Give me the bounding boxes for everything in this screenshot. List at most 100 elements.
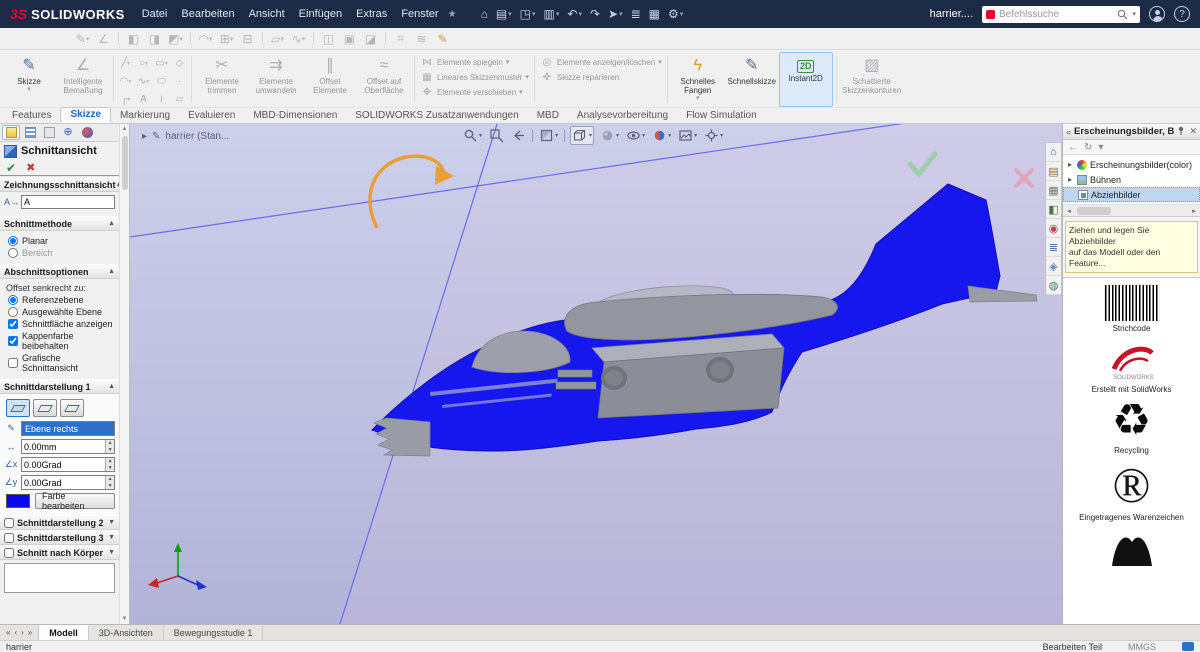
decal-strichcode[interactable]: Strichcode bbox=[1103, 284, 1160, 333]
status-units[interactable]: MMGS bbox=[1128, 642, 1156, 652]
rotation-y-input[interactable]: ▲▼ bbox=[21, 475, 116, 490]
ribbon-display-delete-button[interactable]: ◎ Elemente anzeigen/löschen ▾ bbox=[540, 57, 662, 68]
tree-item-erscheinungsbilder[interactable]: ▸ Erscheinungsbilder(color) bbox=[1063, 157, 1200, 172]
polygon-tool-icon[interactable]: ◇ bbox=[171, 55, 188, 72]
decal-partial[interactable] bbox=[1104, 526, 1160, 566]
section-header-darstellung2[interactable]: Schnittdarstellung 2 ▼ bbox=[0, 515, 120, 530]
section-header-options[interactable]: Abschnittsoptionen ▲ bbox=[0, 264, 120, 279]
options-button[interactable]: ⚙ ▾ bbox=[664, 4, 687, 24]
spinner[interactable]: ▲ ▼ bbox=[105, 440, 115, 453]
cancel-button[interactable]: ✖ bbox=[26, 161, 35, 174]
slot-tool-icon[interactable]: ≀ bbox=[153, 91, 170, 108]
point-tool-icon[interactable]: · bbox=[171, 73, 188, 90]
ribbon-skizze-button[interactable]: ✎ Skizze ▾ bbox=[2, 52, 56, 107]
refresh-icon[interactable]: ↻ bbox=[1084, 142, 1092, 153]
3d-scene[interactable] bbox=[130, 124, 1062, 624]
qb-fillet-icon[interactable]: ◠ ▾ bbox=[195, 30, 216, 48]
rectangle-tool-icon[interactable]: ▭ ▾ bbox=[153, 55, 170, 72]
appearances-tab-icon[interactable]: ◉ bbox=[1046, 219, 1061, 238]
ribbon-convert-button[interactable]: ⇉ Elemente umwandeln bbox=[249, 52, 303, 107]
scroll-thumb[interactable] bbox=[1077, 206, 1111, 215]
status-tag-icon[interactable] bbox=[1182, 642, 1194, 651]
expand-icon[interactable]: ▸ bbox=[1066, 160, 1074, 169]
display-style-icon[interactable]: ▾ bbox=[599, 127, 620, 144]
section-header-schnitt-nach-koerper[interactable]: Schnitt nach Körper ▼ bbox=[0, 545, 120, 560]
checkbox-darstellung2[interactable] bbox=[4, 517, 14, 528]
help-icon[interactable]: ? bbox=[1174, 6, 1190, 22]
previous-view-icon[interactable] bbox=[510, 127, 527, 144]
checkbox-kappenfarbe[interactable]: Kappenfarbe beibehalten bbox=[8, 331, 115, 351]
ribbon-move-entities-button[interactable]: ✥ Elemente verschieben ▾ bbox=[420, 87, 529, 98]
zoom-area-icon[interactable] bbox=[488, 127, 505, 144]
arc-tool-icon[interactable]: ◠ ▾ bbox=[117, 73, 134, 90]
menu-extras[interactable]: Extras bbox=[349, 0, 394, 28]
search-icon[interactable] bbox=[1117, 9, 1128, 20]
radio-referenzebene[interactable]: Referenzebene bbox=[8, 295, 115, 305]
file-properties-button[interactable]: ▦ bbox=[645, 4, 664, 24]
qb-section-icon[interactable]: ◪ bbox=[360, 30, 381, 48]
first-tab-icon[interactable]: « bbox=[6, 628, 10, 637]
spinner[interactable]: ▲ ▼ bbox=[105, 476, 115, 489]
scroll-left-icon[interactable]: ◂ bbox=[1063, 207, 1075, 215]
display-manager-tab[interactable] bbox=[40, 125, 58, 140]
menu-datei[interactable]: Datei bbox=[135, 0, 175, 28]
ribbon-rapid-sketch-button[interactable]: ✎ Schnellskizze bbox=[725, 52, 779, 107]
view-orientation-icon[interactable]: ▾ bbox=[570, 126, 595, 145]
scroll-up-icon[interactable]: ▲ bbox=[122, 124, 128, 134]
qb-view-icon[interactable]: ▣ bbox=[339, 30, 360, 48]
qb-sweep-icon[interactable]: ◩ ▾ bbox=[165, 30, 186, 48]
section-color-swatch[interactable] bbox=[6, 494, 30, 508]
undo-button[interactable]: ↶ ▾ bbox=[563, 4, 586, 24]
user-icon[interactable] bbox=[1149, 6, 1165, 22]
plane-button-2[interactable] bbox=[33, 399, 57, 417]
ribbon-quick-snaps-button[interactable]: ϟ Schnelles Fangen ▾ bbox=[671, 52, 725, 107]
offset-distance-input[interactable]: ▲▼ bbox=[21, 439, 116, 454]
print-button[interactable]: ▥ ▾ bbox=[540, 4, 564, 24]
qb-pattern-icon[interactable]: ⊞ ▾ bbox=[216, 30, 237, 48]
menu-einfuegen[interactable]: Einfügen bbox=[292, 0, 349, 28]
tab-markierung[interactable]: Markierung bbox=[111, 109, 179, 123]
panel-scrollbar[interactable]: ▲ ▼ bbox=[119, 124, 129, 624]
qb-massprops-icon[interactable]: ≋ bbox=[411, 30, 432, 48]
tab-zusatzanwendungen[interactable]: SOLIDWORKS Zusatzanwendungen bbox=[346, 109, 527, 123]
back-icon[interactable]: ← bbox=[1068, 142, 1078, 153]
qb-sketch-icon[interactable]: ✎ ▾ bbox=[72, 30, 93, 48]
decal-registered-trademark[interactable]: ® Eingetragenes Warenzeichen bbox=[1079, 459, 1184, 522]
menu-fenster[interactable]: Fenster bbox=[394, 0, 445, 28]
tab-evaluieren[interactable]: Evaluieren bbox=[179, 109, 244, 123]
qb-dimension-icon[interactable]: ∠ bbox=[93, 30, 114, 48]
spinner[interactable]: ▲ ▼ bbox=[105, 458, 115, 471]
section-header-darstellung1[interactable]: Schnittdarstellung 1 ▲ bbox=[0, 379, 120, 394]
ribbon-offset-button[interactable]: ∥ Offset Elemente bbox=[303, 52, 357, 107]
pin-icon[interactable] bbox=[1177, 126, 1186, 137]
ribbon-shaded-contours-button[interactable]: ▨ Schattierte Skizzenkonturen bbox=[840, 52, 904, 107]
save-button[interactable]: ◳ ▾ bbox=[516, 4, 540, 24]
ribbon-offset-surface-button[interactable]: ≈ Offset auf Oberfläche bbox=[357, 52, 411, 107]
tab-bewegungsstudie[interactable]: Bewegungsstudie 1 bbox=[164, 625, 264, 640]
open-button[interactable]: ▤ ▾ bbox=[492, 4, 516, 24]
collapse-pane-icon[interactable]: « bbox=[1066, 127, 1071, 137]
ribbon-smart-dimension-button[interactable]: ∠ Intelligente Bemaßung bbox=[56, 52, 110, 107]
close-pane-icon[interactable]: ✕ bbox=[1189, 126, 1197, 137]
search-input[interactable] bbox=[999, 8, 1114, 20]
scroll-thumb[interactable] bbox=[121, 136, 128, 190]
menu-bearbeiten[interactable]: Bearbeiten bbox=[174, 0, 241, 28]
appearance-tab[interactable] bbox=[78, 125, 96, 140]
checkbox-schnittflaeche[interactable]: Schnittfläche anzeigen bbox=[8, 319, 115, 329]
property-tab[interactable] bbox=[2, 125, 20, 140]
plane-tool-icon[interactable]: ▱ bbox=[171, 91, 188, 108]
redo-button[interactable]: ↷ bbox=[586, 4, 604, 24]
graphics-viewport[interactable]: ▸ ✎ harrier (Stan... ▾ ▾ ▾ ▾ ▾ ▾ ▾ ▾ ⌂ ▤… bbox=[130, 124, 1062, 624]
section-header-method[interactable]: Schnittmethode ▲ bbox=[0, 216, 120, 231]
tree-horizontal-scrollbar[interactable]: ◂ ▸ bbox=[1063, 205, 1200, 217]
view-settings-icon[interactable]: ▾ bbox=[703, 127, 724, 144]
section-header-darstellung3[interactable]: Schnittdarstellung 3 ▼ bbox=[0, 530, 120, 545]
forum-tab-icon[interactable]: ◈ bbox=[1046, 257, 1061, 276]
checkbox-grafische-schnittansicht[interactable]: Grafische Schnittansicht bbox=[8, 353, 115, 373]
qb-reference-icon[interactable]: ▱ ▾ bbox=[267, 30, 288, 48]
checkbox-schnitt-nach-koerper[interactable] bbox=[4, 547, 14, 558]
decal-recycling[interactable]: ♻ Recycling bbox=[1112, 398, 1151, 456]
custom-properties-tab-icon[interactable]: ≣ bbox=[1046, 238, 1061, 257]
plane-button-1[interactable] bbox=[6, 399, 30, 417]
home-tab-icon[interactable]: ⌂ bbox=[1046, 143, 1061, 162]
